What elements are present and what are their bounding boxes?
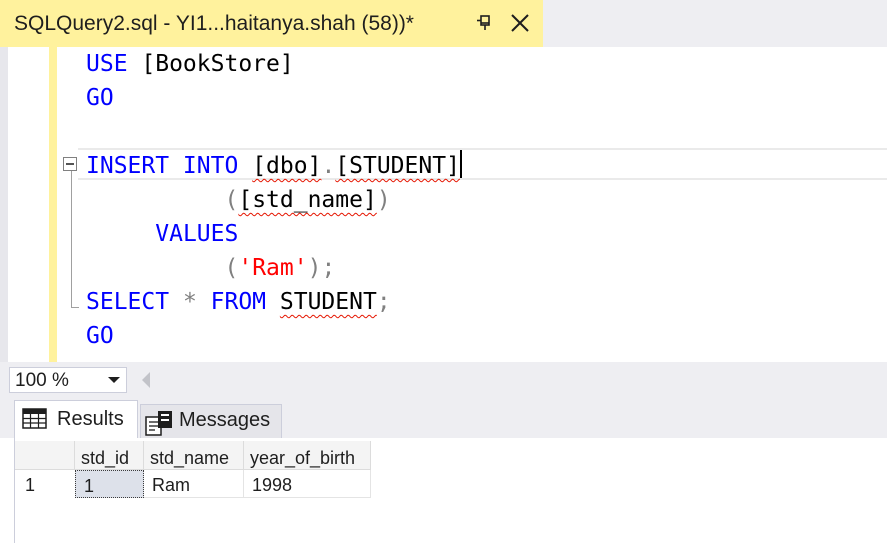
change-tracking-bar xyxy=(49,47,57,362)
close-paren: ) xyxy=(376,187,391,213)
table-cell[interactable]: 1 xyxy=(75,470,144,498)
grid-corner-cell[interactable] xyxy=(15,441,75,470)
results-tab-strip: Results Messages xyxy=(0,396,887,438)
editor-status-bar: 100 % xyxy=(0,362,887,396)
text-caret xyxy=(459,150,462,178)
table-cell[interactable]: 1998 xyxy=(244,470,371,498)
code-line-8[interactable]: SELECT * FROM STUDENT; xyxy=(86,285,391,319)
scroll-left-icon[interactable] xyxy=(142,372,150,388)
column-header[interactable]: year_of_birth xyxy=(244,441,371,470)
zoom-value: 100 % xyxy=(15,370,69,391)
star-operator: * xyxy=(169,289,211,315)
row-number[interactable]: 1 xyxy=(15,470,75,498)
code-line-4[interactable]: INSERT INTO [dbo].[STUDENT] xyxy=(86,149,462,183)
tab-results-label: Results xyxy=(57,408,124,430)
close-paren-semicolon: ); xyxy=(307,255,336,281)
code-line-7[interactable]: ('Ram'); xyxy=(86,251,335,285)
identifier-column: [std_name] xyxy=(238,187,377,213)
document-tab[interactable]: SQLQuery2.sql - YI1...haitanya.shah (58)… xyxy=(0,0,543,47)
semicolon: ; xyxy=(376,289,391,315)
code-line-6[interactable]: VALUES xyxy=(86,217,238,251)
editor-left-margin xyxy=(0,47,8,362)
document-tab-bar: SQLQuery2.sql - YI1...haitanya.shah (58)… xyxy=(0,0,887,47)
collapse-toggle-icon[interactable] xyxy=(63,157,77,171)
table-cell[interactable]: Ram xyxy=(144,470,244,498)
keyword: USE xyxy=(86,51,128,77)
keyword: GO xyxy=(86,85,114,111)
string-literal: 'Ram' xyxy=(238,255,308,281)
identifier-table: STUDENT xyxy=(279,289,377,315)
results-grid[interactable]: std_id std_name year_of_birth 1 1 Ram 19… xyxy=(14,438,887,543)
tab-results[interactable]: Results xyxy=(14,400,138,438)
dot-operator: . xyxy=(321,153,336,179)
code-line-9[interactable]: GO xyxy=(86,319,114,353)
keyword: GO xyxy=(86,323,114,349)
identifier-table: [STUDENT] xyxy=(335,153,460,179)
keyword: VALUES xyxy=(155,221,239,247)
close-icon[interactable] xyxy=(508,11,532,35)
keyword: FROM xyxy=(210,289,267,315)
outline-guide xyxy=(71,171,72,308)
tab-messages-label: Messages xyxy=(179,409,271,431)
document-tab-title[interactable]: SQLQuery2.sql - YI1...haitanya.shah (58)… xyxy=(14,12,414,36)
identifier-schema: [dbo] xyxy=(252,153,322,179)
outline-guide-end xyxy=(71,307,79,308)
chevron-down-icon[interactable] xyxy=(108,377,120,383)
column-header[interactable]: std_id xyxy=(75,441,144,470)
code-line-1[interactable]: USE [BookStore] xyxy=(86,47,294,81)
zoom-dropdown[interactable]: 100 % xyxy=(9,367,127,393)
open-paren: ( xyxy=(224,187,239,213)
tab-messages[interactable]: Messages xyxy=(140,404,282,438)
grid-icon xyxy=(22,408,47,429)
query-editor[interactable]: USE [BookStore] GO INSERT INTO [dbo].[ST… xyxy=(0,47,887,362)
open-paren: ( xyxy=(224,255,239,281)
messages-icon xyxy=(145,411,172,436)
column-header[interactable]: std_name xyxy=(144,441,244,470)
pin-icon[interactable] xyxy=(474,13,494,33)
identifier: [BookStore] xyxy=(127,51,294,77)
keyword: SELECT xyxy=(86,289,170,315)
code-line-5[interactable]: ([std_name]) xyxy=(86,183,391,217)
code-line-2[interactable]: GO xyxy=(86,81,114,115)
keyword: INSERT INTO xyxy=(86,153,239,179)
